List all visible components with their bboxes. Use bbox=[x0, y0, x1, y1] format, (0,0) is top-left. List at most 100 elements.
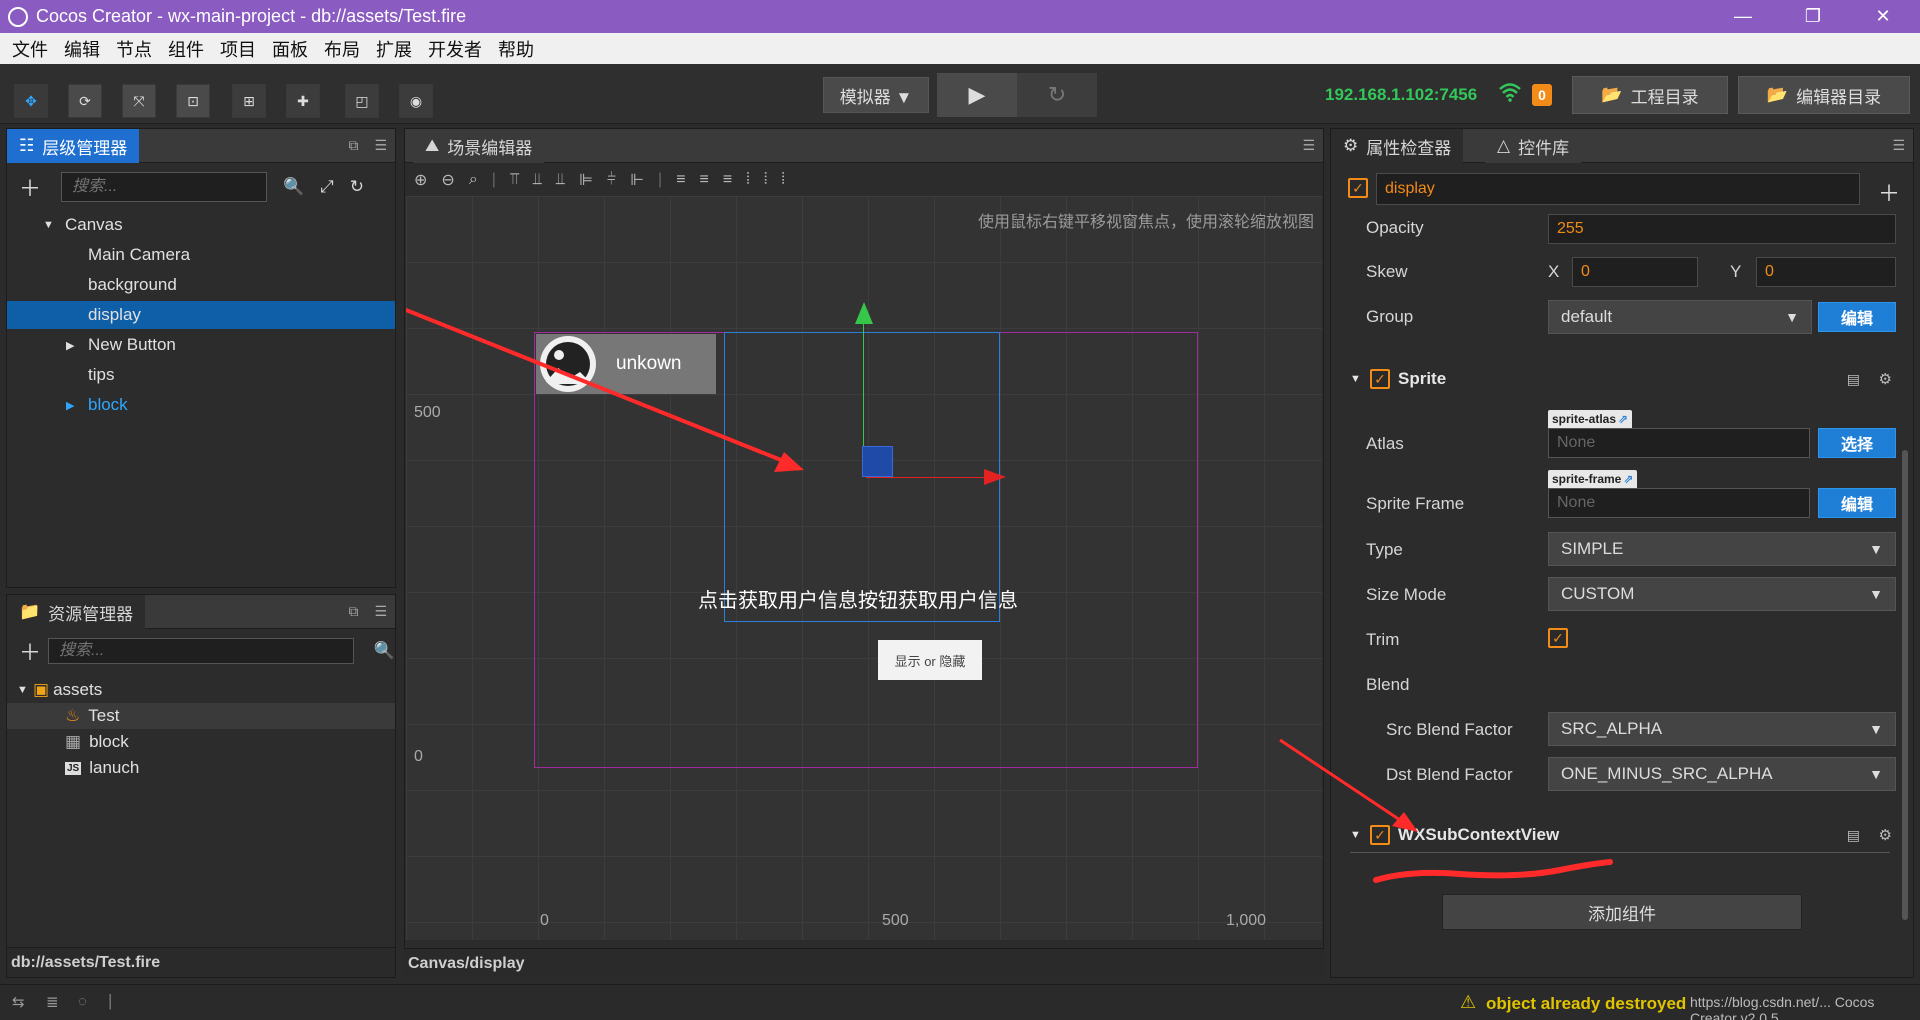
add-component-button[interactable]: 添加组件 bbox=[1442, 894, 1802, 930]
menu-node[interactable]: 节点 bbox=[108, 36, 160, 62]
expand-arrow-icon[interactable]: ▼ bbox=[43, 219, 65, 231]
refresh-button[interactable]: ↻ bbox=[1017, 73, 1097, 117]
align-hcenter-icon[interactable]: ⫩ bbox=[607, 171, 616, 189]
menu-icon[interactable]: ☰ bbox=[1892, 137, 1905, 154]
popout-icon[interactable]: ⧉ bbox=[348, 603, 358, 620]
edit-group-button[interactable]: 编辑 bbox=[1818, 302, 1896, 332]
distribute-right-icon[interactable]: ⦙ bbox=[781, 171, 785, 189]
tree-node-main-camera[interactable]: Main Camera bbox=[7, 241, 395, 269]
node-active-checkbox[interactable]: ✓ bbox=[1348, 178, 1368, 198]
help-book-icon[interactable]: ▤ bbox=[1847, 371, 1860, 388]
tree-node-display[interactable]: display bbox=[7, 301, 395, 329]
rect-tool-icon[interactable]: ⊡ bbox=[176, 84, 210, 118]
asset-item-test[interactable]: ♨ Test bbox=[7, 703, 395, 729]
editor-dir-button[interactable]: 📂 编辑器目录 bbox=[1738, 76, 1910, 114]
tab-inspector[interactable]: ⚙ 属性检查器 bbox=[1331, 129, 1464, 163]
tree-node-new-button[interactable]: ▶ New Button bbox=[7, 331, 395, 359]
menu-component[interactable]: 组件 bbox=[160, 36, 212, 62]
menu-help[interactable]: 帮助 bbox=[490, 36, 542, 62]
gizmo-2d-icon[interactable]: ◰ bbox=[345, 84, 379, 118]
help-book-icon[interactable]: ▤ bbox=[1847, 827, 1860, 844]
rotate-tool-icon[interactable]: ⟳ bbox=[68, 84, 102, 118]
skew-y-input[interactable]: 0 bbox=[1756, 257, 1896, 287]
distribute-top-icon[interactable]: ≡ bbox=[676, 171, 685, 189]
group-dropdown[interactable]: default ▼ bbox=[1548, 300, 1812, 334]
align-right-icon[interactable]: ⊩ bbox=[630, 170, 644, 190]
menu-project[interactable]: 项目 bbox=[212, 36, 264, 62]
sprite-frame-field[interactable]: None bbox=[1548, 488, 1810, 518]
zoom-out-icon[interactable]: ⊖ bbox=[441, 170, 454, 190]
type-dropdown[interactable]: SIMPLE ▼ bbox=[1548, 532, 1896, 566]
external-link-icon[interactable]: ⇗ bbox=[1618, 412, 1628, 426]
play-button[interactable]: ▶ bbox=[937, 73, 1017, 117]
tree-node-tips[interactable]: tips bbox=[7, 361, 395, 389]
database-icon[interactable]: ≣ bbox=[46, 993, 59, 1011]
popout-icon[interactable]: ⧉ bbox=[348, 137, 358, 154]
node-name-input[interactable]: display bbox=[1376, 173, 1860, 205]
search-icon[interactable]: 🔍 bbox=[283, 177, 304, 197]
distribute-hcenter-icon[interactable]: ⦙ bbox=[764, 171, 768, 189]
preview-ip[interactable]: 192.168.1.102:7456 bbox=[1325, 85, 1477, 105]
add-node-icon[interactable]: ＋ bbox=[19, 171, 49, 203]
menu-layout[interactable]: 布局 bbox=[316, 36, 368, 62]
close-button[interactable]: ✕ bbox=[1853, 0, 1913, 33]
restore-button[interactable]: ❐ bbox=[1783, 0, 1843, 33]
sprite-component-header[interactable]: ▼ ✓ Sprite ▤ ⚙ bbox=[1334, 362, 1908, 396]
zoom-in-icon[interactable]: ⊕ bbox=[414, 170, 427, 190]
menu-file[interactable]: 文件 bbox=[4, 36, 56, 62]
expand-arrow-icon[interactable]: ▶ bbox=[66, 399, 88, 412]
select-atlas-button[interactable]: 选择 bbox=[1818, 428, 1896, 458]
notification-badge[interactable]: 0 bbox=[1532, 84, 1552, 106]
gear-icon[interactable]: ⚙ bbox=[1879, 826, 1892, 844]
add-asset-icon[interactable]: ＋ bbox=[19, 635, 48, 667]
tab-widget-library[interactable]: △ 控件库 bbox=[1485, 129, 1582, 163]
menu-edit[interactable]: 编辑 bbox=[56, 36, 108, 62]
menu-icon[interactable]: ☰ bbox=[374, 137, 387, 154]
sync-icon[interactable]: ⇆ bbox=[12, 993, 25, 1011]
menu-icon[interactable]: ☰ bbox=[374, 603, 387, 620]
trim-checkbox[interactable]: ✓ bbox=[1548, 628, 1568, 648]
size-mode-dropdown[interactable]: CUSTOM ▼ bbox=[1548, 577, 1896, 611]
align-bottom-icon[interactable]: ⫫ bbox=[556, 171, 565, 189]
asset-item-lanuch[interactable]: JS lanuch bbox=[7, 755, 395, 781]
scene-viewport[interactable]: 使用鼠标右键平移视窗焦点，使用滚轮缩放视图 500 0 0 500 1,000 … bbox=[406, 196, 1322, 940]
tab-hierarchy[interactable]: ☷ 层级管理器 bbox=[7, 129, 140, 163]
expand-arrow-icon[interactable]: ▶ bbox=[66, 339, 88, 352]
align-top-icon[interactable]: ⫪ bbox=[510, 171, 519, 189]
refresh-icon[interactable]: ↻ bbox=[350, 177, 364, 197]
asset-root[interactable]: ▼ ▣ assets bbox=[7, 677, 395, 703]
status-warning[interactable]: object already destroyed bbox=[1486, 994, 1686, 1014]
tab-assets[interactable]: 📁 资源管理器 bbox=[7, 595, 146, 629]
add-property-icon[interactable]: ＋ bbox=[1878, 176, 1900, 208]
tree-node-block[interactable]: ▶ block bbox=[7, 391, 395, 419]
menu-icon[interactable]: ☰ bbox=[1302, 137, 1315, 154]
edit-sprite-frame-button[interactable]: 编辑 bbox=[1818, 488, 1896, 518]
skew-x-input[interactable]: 0 bbox=[1572, 257, 1698, 287]
asset-item-block[interactable]: ▦ block bbox=[7, 729, 395, 755]
sprite-enabled-checkbox[interactable]: ✓ bbox=[1370, 369, 1390, 389]
assets-search-input[interactable] bbox=[48, 638, 354, 664]
project-dir-button[interactable]: 📂 工程目录 bbox=[1572, 76, 1728, 114]
distribute-left-icon[interactable]: ⦙ bbox=[746, 171, 750, 189]
distribute-vcenter-icon[interactable]: ≡ bbox=[700, 171, 709, 189]
opacity-input[interactable]: 255 bbox=[1548, 214, 1896, 244]
atlas-field[interactable]: None bbox=[1548, 428, 1810, 458]
hierarchy-search-input[interactable] bbox=[61, 172, 267, 202]
search-icon[interactable]: 🔍 bbox=[374, 641, 395, 661]
expand-icon[interactable]: ⤢ bbox=[320, 177, 334, 197]
tree-node-canvas[interactable]: ▼ Canvas bbox=[7, 211, 395, 239]
tree-node-background[interactable]: background bbox=[7, 271, 395, 299]
expand-arrow-icon[interactable]: ▼ bbox=[17, 684, 33, 696]
external-link-icon[interactable]: ⇗ bbox=[1623, 472, 1633, 486]
zoom-reset-icon[interactable]: ⌕ bbox=[469, 171, 478, 189]
minimize-button[interactable]: — bbox=[1713, 0, 1773, 33]
gizmo-3d-icon[interactable]: ◉ bbox=[399, 84, 433, 118]
distribute-bottom-icon[interactable]: ≡ bbox=[723, 171, 732, 189]
align-vcenter-icon[interactable]: ⫫ bbox=[533, 171, 542, 189]
simulator-dropdown[interactable]: 模拟器 ▼ bbox=[823, 77, 929, 113]
pivot-icon[interactable]: ⊞ bbox=[232, 84, 266, 118]
move-tool-icon[interactable]: ✥ bbox=[14, 84, 48, 118]
local-global-icon[interactable]: ✚ bbox=[286, 84, 320, 118]
inspector-scrollbar[interactable] bbox=[1902, 450, 1908, 920]
menu-panel[interactable]: 面板 bbox=[264, 36, 316, 62]
